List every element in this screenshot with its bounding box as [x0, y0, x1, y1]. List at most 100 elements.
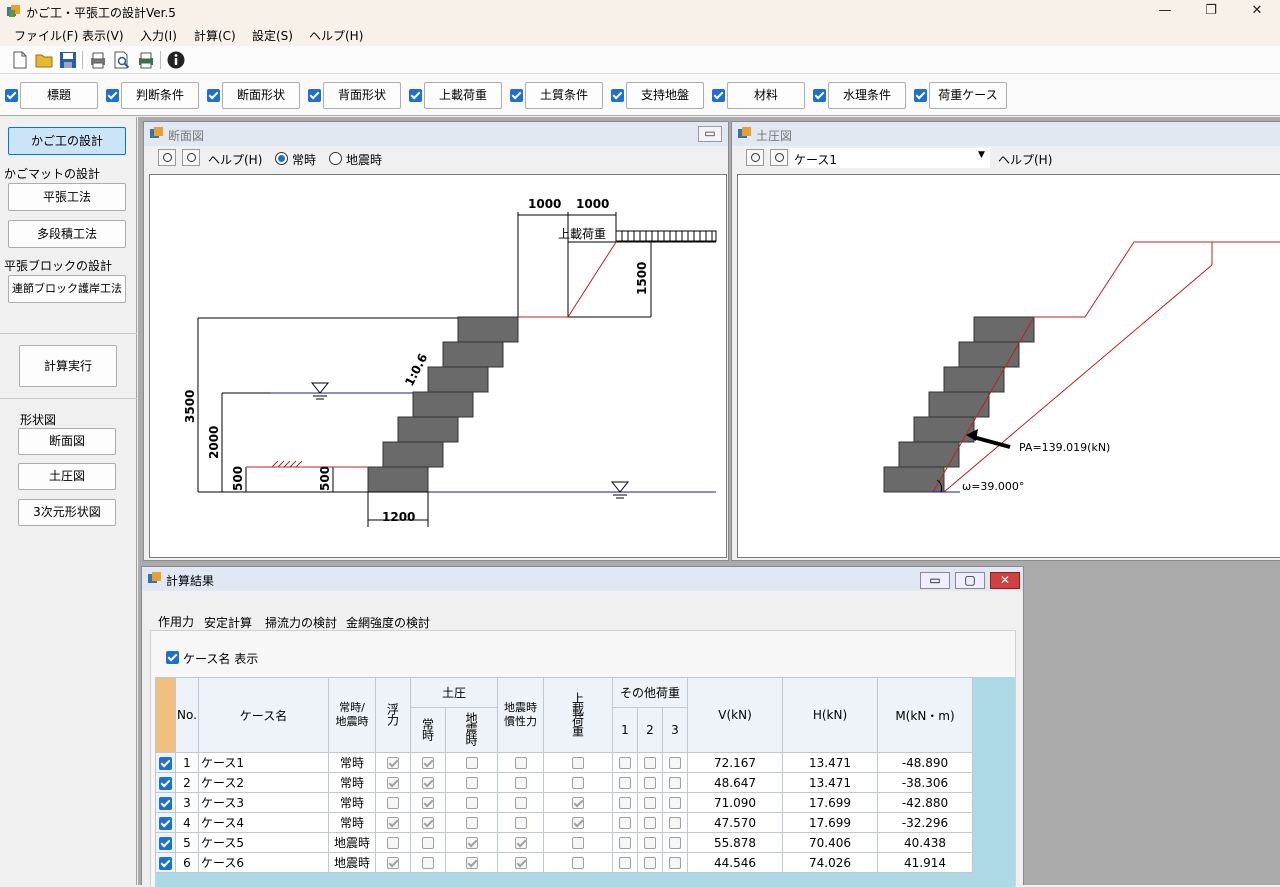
open-folder-icon[interactable]	[34, 50, 54, 70]
cell-case-name[interactable]: ケース4	[198, 812, 329, 833]
save-icon[interactable]	[58, 50, 78, 70]
info-icon[interactable]	[166, 50, 186, 70]
help-link[interactable]: ヘルプ(H)	[208, 151, 262, 168]
print-preview-icon[interactable]	[112, 50, 132, 70]
result-window-titlebar: 計算結果 ▭ ▢ ✕	[142, 567, 1023, 591]
cell-case-name[interactable]: ケース2	[198, 772, 329, 793]
input-judgement-button[interactable]: 判断条件	[121, 82, 199, 109]
row-select-checkbox[interactable]	[159, 816, 172, 830]
tab-stability[interactable]: 安定計算	[204, 614, 252, 631]
zoom-out-icon[interactable]	[770, 149, 788, 166]
maximize-button[interactable]: ▢	[955, 572, 985, 589]
cell-no: 2	[175, 772, 199, 793]
col-h: H(kN)	[782, 677, 878, 753]
input-back-shape-button[interactable]: 背面形状	[323, 82, 401, 109]
minimize-button[interactable]: ▭	[920, 572, 950, 589]
check-icon[interactable]	[409, 89, 422, 102]
table-row[interactable]: 6 ケース6 地震時 44.546 74.026 41.914	[155, 852, 973, 873]
tadan-button[interactable]: 多段積工法	[8, 220, 126, 248]
input-material-button[interactable]: 材料	[727, 82, 805, 109]
zoom-in-icon[interactable]	[158, 149, 176, 166]
kago-design-button[interactable]: かご工の設計	[8, 127, 126, 155]
table-row[interactable]: 2 ケース2 常時 48.647 13.471 -38.306	[155, 772, 973, 793]
pressure-view-button[interactable]: 土圧図	[18, 463, 116, 490]
tab-wire-strength[interactable]: 金網強度の検討	[346, 614, 430, 631]
check-icon[interactable]	[106, 89, 119, 102]
row-select-checkbox[interactable]	[159, 836, 172, 850]
grid-checkbox	[465, 757, 478, 769]
input-section-shape-button[interactable]: 断面形状	[222, 82, 300, 109]
check-icon[interactable]	[611, 89, 624, 102]
help-link[interactable]: ヘルプ(H)	[998, 151, 1052, 168]
grid-checkbox	[465, 817, 478, 829]
menu-file[interactable]: ファイル(F)	[14, 27, 78, 44]
tab-force[interactable]: 作用力	[156, 613, 196, 630]
close-button[interactable]: ✕	[990, 572, 1020, 589]
row-select-checkbox[interactable]	[159, 756, 172, 770]
input-load-case-button[interactable]: 荷重ケース	[929, 82, 1007, 109]
pressure-drawing: PA=139.019(kN) ω=39.000°	[883, 241, 1280, 493]
grid-checkbox	[644, 797, 656, 809]
radio-normal[interactable]	[275, 152, 288, 165]
table-row[interactable]: 3 ケース3 常時 71.090 17.699 -42.880	[155, 792, 973, 813]
3d-view-button[interactable]: 3次元形状図	[18, 499, 116, 526]
show-case-name-checkbox[interactable]	[166, 651, 179, 664]
maximize-button[interactable]: ❐	[1188, 0, 1234, 24]
input-title-button[interactable]: 標題	[20, 82, 98, 109]
check-icon[interactable]	[712, 89, 725, 102]
hirabari-button[interactable]: 平張工法	[8, 183, 126, 211]
menu-calc[interactable]: 計算(C)	[194, 27, 236, 44]
check-icon[interactable]	[914, 89, 927, 102]
menu-help[interactable]: ヘルプ(H)	[309, 27, 363, 44]
tab-tractive[interactable]: 掃流力の検討	[265, 614, 337, 631]
window-title: かご工・平張工の設計Ver.5	[26, 6, 176, 20]
input-hydraulic-button[interactable]: 水理条件	[828, 82, 906, 109]
check-icon[interactable]	[5, 89, 18, 102]
minimize-button[interactable]: ▭	[698, 126, 722, 142]
check-icon[interactable]	[510, 89, 523, 102]
input-ground-button[interactable]: 支持地盤	[626, 82, 704, 109]
check-icon[interactable]	[308, 89, 321, 102]
new-file-icon[interactable]	[10, 50, 30, 70]
print-icon[interactable]	[88, 50, 108, 70]
left-panel: かご工の設計 かごマットの設計 平張工法 多段積工法 平張ブロックの設計 連節ブ…	[0, 117, 137, 885]
menu-settings[interactable]: 設定(S)	[252, 27, 293, 44]
cell-case-name[interactable]: ケース1	[198, 752, 329, 773]
col-surcharge: 上載荷重	[543, 677, 613, 753]
case-select[interactable]: ケース1 ▼	[790, 148, 990, 168]
check-icon[interactable]	[207, 89, 220, 102]
pressure-canvas: PA=139.019(kN) ω=39.000°	[737, 174, 1280, 558]
table-row[interactable]: 4 ケース4 常時 47.570 17.699 -32.296	[155, 812, 973, 833]
renketsu-block-button[interactable]: 連節ブロック護岸工法	[8, 275, 126, 303]
radio-quake[interactable]	[329, 152, 342, 165]
print-setup-icon[interactable]	[136, 50, 156, 70]
input-soil-button[interactable]: 土質条件	[525, 82, 603, 109]
col-m: M(kN・m)	[877, 677, 973, 753]
cell-case-name[interactable]: ケース3	[198, 792, 329, 813]
zoom-out-icon[interactable]	[182, 149, 200, 166]
section-view-button[interactable]: 断面図	[18, 428, 116, 455]
row-select-checkbox[interactable]	[159, 796, 172, 810]
table-row[interactable]: 5 ケース5 地震時 55.878 70.406 40.438	[155, 832, 973, 853]
cell-h: 13.471	[782, 772, 878, 793]
cell-m: 41.914	[877, 852, 973, 873]
menu-view[interactable]: 表示(V)	[82, 27, 124, 44]
cell-v: 44.546	[687, 852, 783, 873]
cell-case-name[interactable]: ケース6	[198, 852, 329, 873]
row-select-checkbox[interactable]	[159, 776, 172, 790]
cell-case-name[interactable]: ケース5	[198, 832, 329, 853]
cell-no: 1	[175, 752, 199, 773]
close-button[interactable]: ✕	[1234, 0, 1280, 24]
row-select-checkbox[interactable]	[159, 856, 172, 870]
grid-checkbox	[619, 797, 631, 809]
calc-run-button[interactable]: 計算実行	[19, 345, 117, 387]
zoom-in-icon[interactable]	[746, 149, 764, 166]
grid-checkbox	[387, 837, 399, 849]
input-surcharge-button[interactable]: 上載荷重	[424, 82, 502, 109]
menu-input[interactable]: 入力(I)	[140, 27, 177, 44]
check-icon[interactable]	[813, 89, 826, 102]
minimize-button[interactable]: —	[1142, 0, 1188, 24]
result-tabs: 作用力 安定計算 掃流力の検討 金網強度の検討	[150, 611, 1020, 631]
input-condition-bar: 標題 判断条件 断面形状 背面形状 上載荷重 土質条件 支持地盤 材料 水理条件…	[0, 74, 1280, 116]
table-row[interactable]: 1 ケース1 常時 72.167 13.471 -48.890	[155, 752, 973, 773]
